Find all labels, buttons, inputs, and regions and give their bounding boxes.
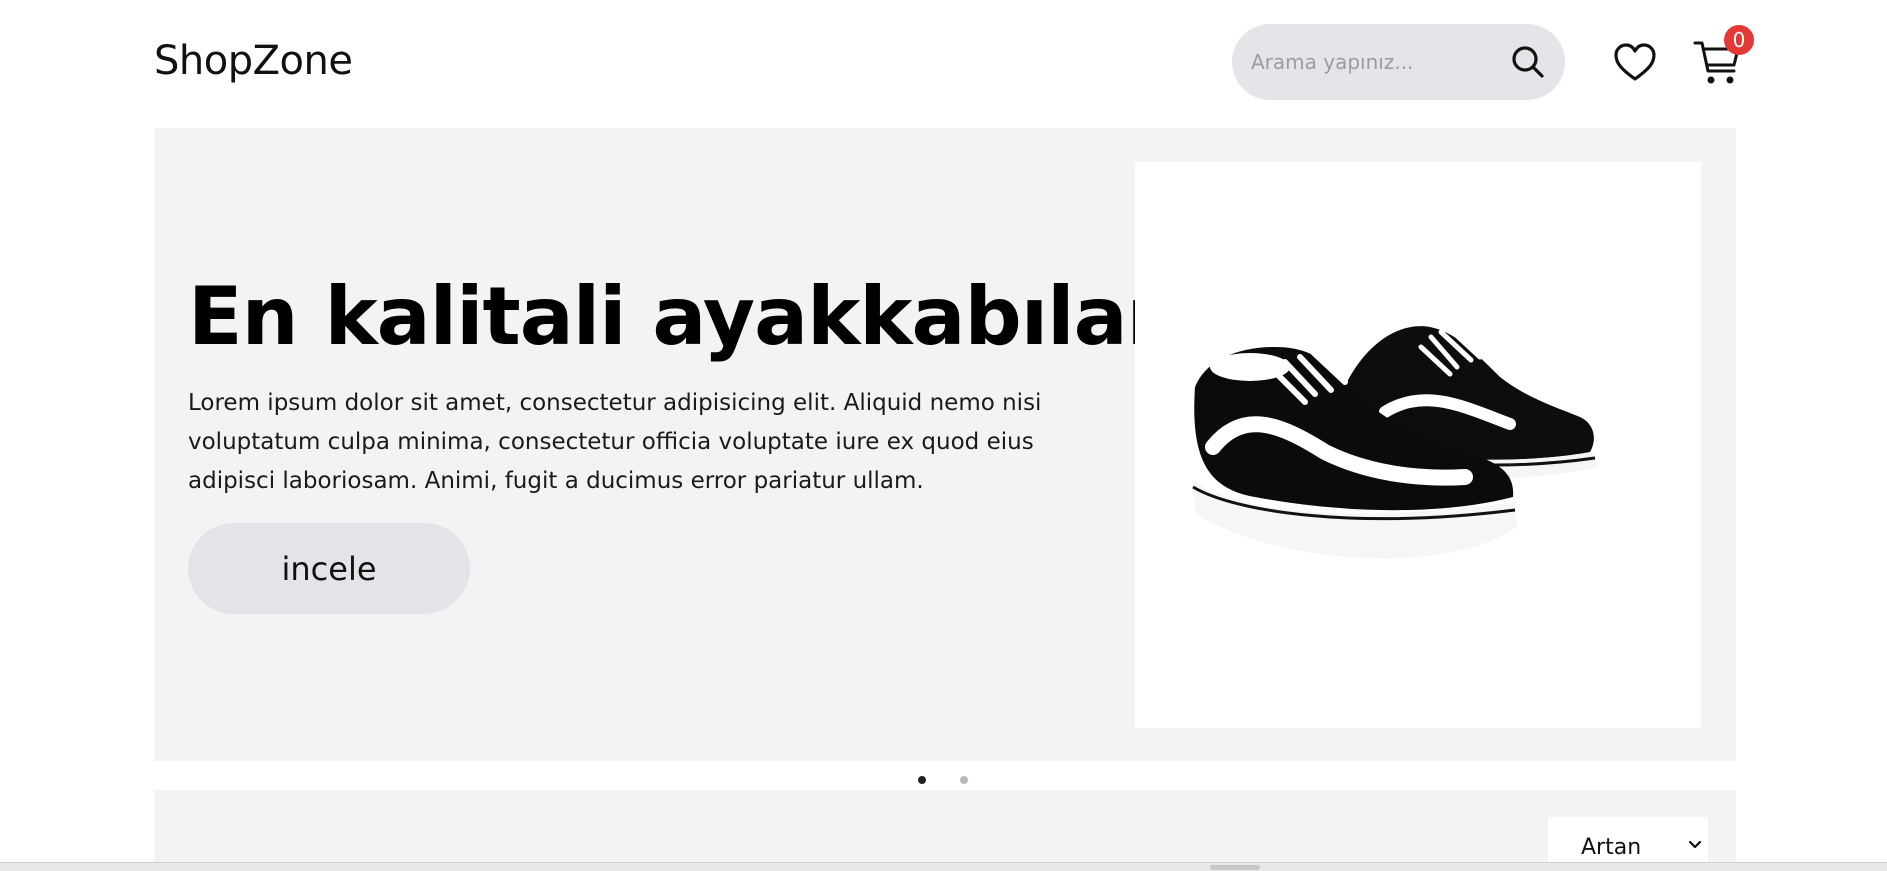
hero-title: En kalitali ayakkabılar [188,270,1166,363]
search-icon[interactable] [1509,43,1547,81]
logo[interactable]: ShopZone [154,38,353,84]
chevron-down-icon [1688,840,1702,849]
site-header: ShopZone 0 [154,0,1754,124]
horizontal-scrollbar[interactable] [0,862,1887,871]
sneakers-image [1192,326,1597,559]
carousel-dots [918,776,974,788]
carousel-dot-2[interactable] [960,776,968,784]
cart-count-badge: 0 [1724,25,1754,55]
products-section: Artan [154,790,1736,871]
hero-description: Lorem ipsum dolor sit amet, consectetur … [188,390,1042,494]
scrollbar-thumb[interactable] [1210,865,1260,870]
search-input[interactable] [1251,46,1491,78]
heart-icon[interactable] [1611,39,1659,87]
hero-image [1135,162,1701,728]
search-bar [1232,24,1565,100]
incele-button[interactable]: incele [188,523,470,614]
carousel-dot-1[interactable] [918,776,926,784]
hero-banner: En kalitali ayakkabılar Lorem ipsum dolo… [154,128,1736,761]
